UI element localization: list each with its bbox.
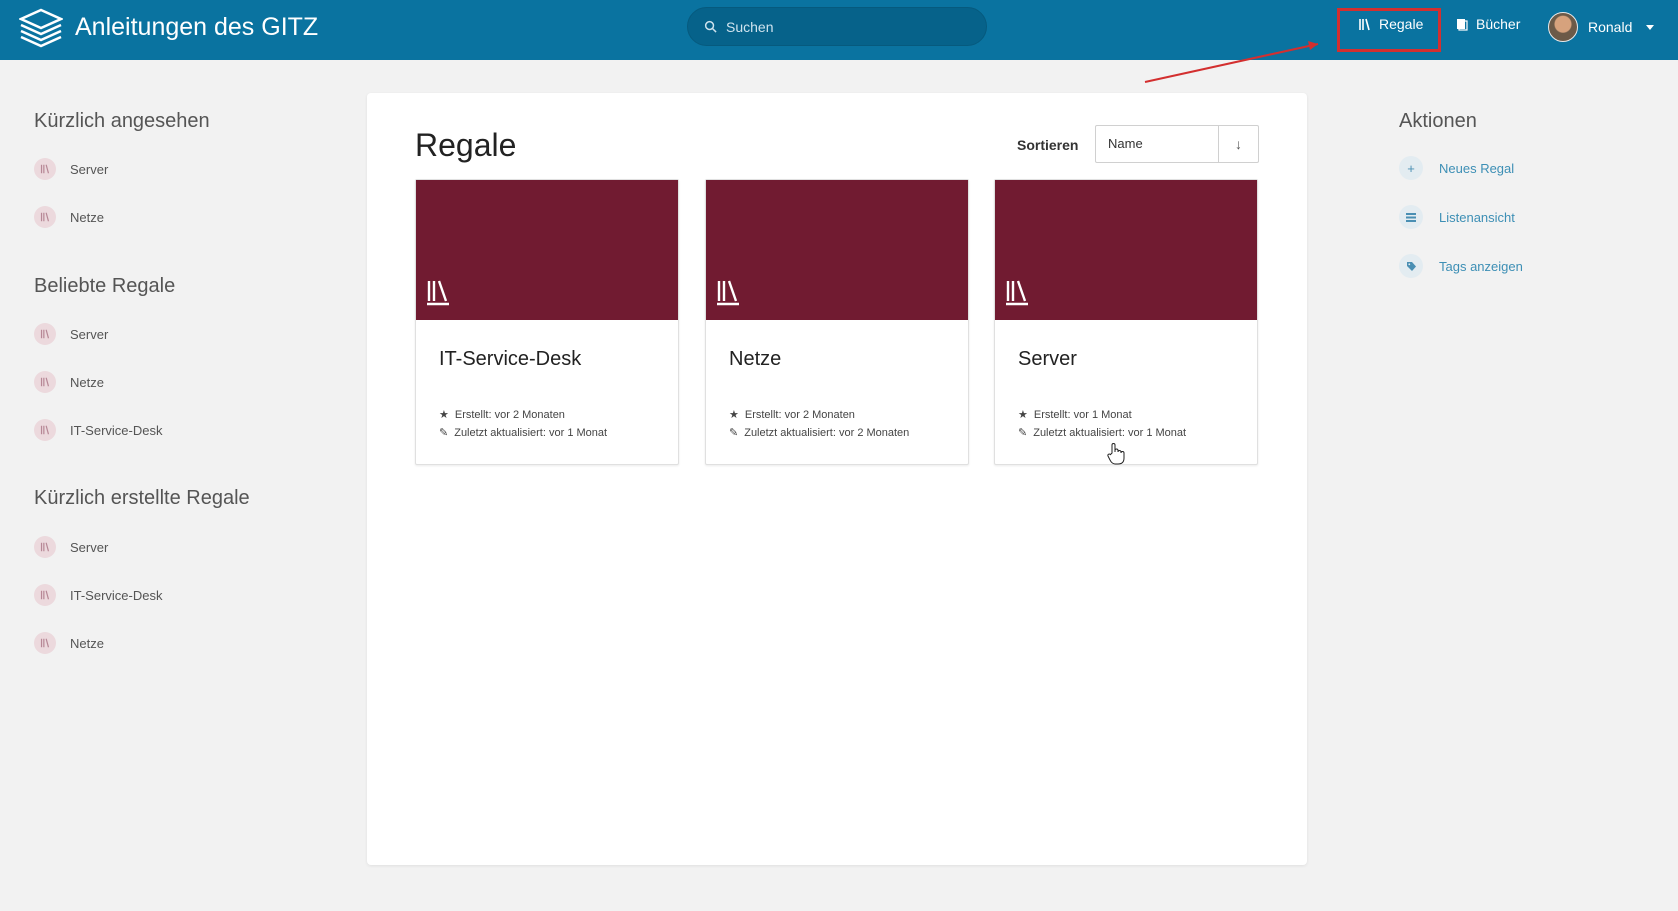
new-shelf-action[interactable]: + Neues Regal	[1399, 156, 1514, 180]
created-text: Erstellt: vor 2 Monaten	[454, 408, 565, 421]
pencil-icon: ✎	[1018, 427, 1028, 439]
created-item-netze[interactable]: Netze	[34, 632, 104, 654]
recent-item-netze[interactable]: Netze	[34, 206, 104, 228]
nav-buecher-link[interactable]: Bücher	[1456, 16, 1520, 32]
shelf-icon	[427, 280, 449, 306]
popular-item-label: IT-Service-Desk	[70, 422, 163, 438]
sort-value: Name	[1108, 136, 1143, 151]
shelf-icon	[34, 632, 56, 654]
page-title: Regale	[415, 127, 517, 163]
recent-item-label: Netze	[70, 209, 104, 225]
shelf-icon	[34, 584, 56, 606]
shelf-icon	[1006, 280, 1028, 306]
list-icon	[1399, 205, 1423, 229]
shelf-card[interactable]: IT-Service-Desk ★ Erstellt: vor 2 Monate…	[415, 179, 679, 465]
book-icon	[1457, 18, 1468, 31]
created-item-it-service-desk[interactable]: IT-Service-Desk	[34, 584, 162, 606]
annotation-arrow	[1144, 41, 1319, 83]
updated-text: Zuletzt aktualisiert: vor 1 Monat	[1033, 426, 1187, 439]
created-item-label: Netze	[70, 635, 104, 651]
popular-item-netze[interactable]: Netze	[34, 371, 104, 393]
star-icon: ★	[1018, 409, 1028, 421]
created-meta: ★ Erstellt: vor 2 Monaten	[439, 408, 565, 422]
show-tags-action[interactable]: Tags anzeigen	[1399, 254, 1523, 278]
created-item-label: Server	[70, 539, 109, 555]
user-menu[interactable]: Ronald	[1548, 12, 1655, 42]
shelf-icon	[34, 206, 56, 228]
popular-item-label: Server	[70, 326, 109, 342]
recent-item-server[interactable]: Server	[34, 158, 108, 180]
created-meta: ★ Erstellt: vor 1 Monat	[1018, 408, 1132, 422]
shelf-card[interactable]: Server ★ Erstellt: vor 1 Monat ✎ Zuletzt…	[994, 179, 1258, 465]
star-icon: ★	[439, 409, 449, 421]
nav-buecher-label: Bücher	[1476, 16, 1521, 32]
sort-direction-button[interactable]: ↓	[1218, 126, 1258, 162]
shelf-icon	[34, 158, 56, 180]
shelf-icon	[34, 536, 56, 558]
actions-title: Aktionen	[1399, 110, 1477, 132]
created-meta: ★ Erstellt: vor 2 Monaten	[729, 408, 855, 422]
updated-meta: ✎ Zuletzt aktualisiert: vor 2 Monaten	[729, 426, 910, 440]
shelf-icon	[34, 323, 56, 345]
created-text: Erstellt: vor 2 Monaten	[744, 408, 855, 421]
chevron-down-icon	[1646, 24, 1655, 30]
sort-select[interactable]: Name ↓	[1095, 125, 1259, 163]
shelf-icon	[717, 280, 739, 306]
highlight-box	[1337, 8, 1441, 52]
shelf-cover	[995, 180, 1257, 320]
recent-item-label: Server	[70, 161, 109, 177]
shelf-card[interactable]: Netze ★ Erstellt: vor 2 Monaten ✎ Zuletz…	[705, 179, 969, 465]
search-box[interactable]	[687, 7, 987, 46]
plus-icon: +	[1399, 156, 1423, 180]
updated-text: Zuletzt aktualisiert: vor 2 Monaten	[744, 426, 910, 439]
tag-icon	[1399, 254, 1423, 278]
search-icon	[704, 20, 717, 33]
shelf-icon	[34, 371, 56, 393]
created-text: Erstellt: vor 1 Monat	[1033, 408, 1132, 421]
top-header: Anleitungen des GITZ Regale Bücher Ronal…	[0, 0, 1678, 60]
list-view-action[interactable]: Listenansicht	[1399, 205, 1515, 229]
recently-created-title: Kürzlich erstellte Regale	[34, 487, 250, 509]
shelf-title: IT-Service-Desk	[439, 348, 582, 370]
shelf-icon	[34, 419, 56, 441]
shelf-title: Netze	[729, 348, 782, 370]
main-panel: Regale Sortieren Name ↓ IT-Service-Desk …	[367, 93, 1307, 865]
pencil-icon: ✎	[729, 427, 739, 439]
action-label: Neues Regal	[1439, 160, 1515, 176]
updated-text: Zuletzt aktualisiert: vor 1 Monat	[454, 426, 608, 439]
shelf-cover	[416, 180, 678, 320]
recently-viewed-title: Kürzlich angesehen	[34, 110, 210, 132]
updated-meta: ✎ Zuletzt aktualisiert: vor 1 Monat	[1018, 426, 1187, 440]
created-item-label: IT-Service-Desk	[70, 587, 163, 603]
search-input[interactable]	[726, 8, 976, 45]
action-label: Tags anzeigen	[1439, 258, 1523, 274]
action-label: Listenansicht	[1439, 209, 1515, 225]
avatar	[1548, 12, 1578, 42]
user-name: Ronald	[1588, 19, 1633, 35]
app-title[interactable]: Anleitungen des GITZ	[75, 13, 318, 42]
updated-meta: ✎ Zuletzt aktualisiert: vor 1 Monat	[439, 426, 608, 440]
popular-title: Beliebte Regale	[34, 275, 176, 297]
shelf-cover	[706, 180, 968, 320]
sort-label: Sortieren	[1017, 137, 1079, 153]
shelf-title: Server	[1018, 348, 1077, 370]
stacked-books-icon[interactable]	[19, 8, 63, 48]
star-icon: ★	[729, 409, 739, 421]
popular-item-server[interactable]: Server	[34, 323, 108, 345]
hand-cursor-icon	[1107, 443, 1125, 465]
pencil-icon: ✎	[439, 427, 449, 439]
popular-item-label: Netze	[70, 374, 104, 390]
popular-item-it-service-desk[interactable]: IT-Service-Desk	[34, 419, 162, 441]
created-item-server[interactable]: Server	[34, 536, 108, 558]
